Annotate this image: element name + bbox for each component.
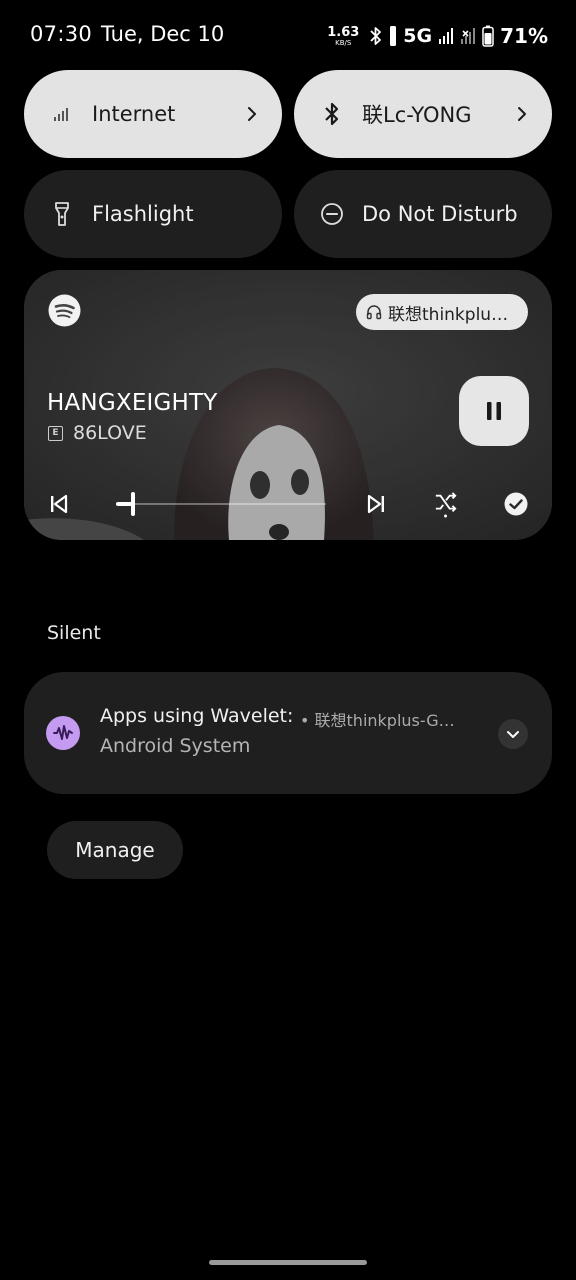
home-gesture-bar[interactable] xyxy=(209,1260,367,1265)
chevron-right-icon xyxy=(518,107,526,121)
previous-track-button[interactable] xyxy=(47,492,71,516)
status-icons: 1.63 KB/S 5G 71% xyxy=(327,22,548,50)
bluetooth-icon xyxy=(370,27,382,45)
next-track-button[interactable] xyxy=(364,492,388,516)
signal-icon xyxy=(439,28,454,44)
output-device-chip[interactable]: 联想thinkplu… xyxy=(356,294,528,330)
pause-button[interactable] xyxy=(459,376,529,446)
chevron-down-icon xyxy=(507,731,519,738)
notification-meta: • 联想thinkplus-G… xyxy=(300,711,455,730)
output-device-label: 联想thinkplu… xyxy=(388,304,509,325)
notification-card[interactable]: Apps using Wavelet: • 联想thinkplus-G… And… xyxy=(24,672,552,794)
checkmark-circle-icon xyxy=(504,492,528,516)
track-artist: 86LOVE xyxy=(73,422,147,444)
track-title: HANGXEIGHTY xyxy=(47,390,218,416)
flashlight-icon xyxy=(50,202,74,226)
seek-bar[interactable] xyxy=(116,492,326,516)
signal-bars-icon xyxy=(50,102,74,126)
status-bar: 07:30 Tue, Dec 10 1.63 KB/S 5G 71% xyxy=(0,0,576,70)
seek-track xyxy=(116,503,326,505)
network-speed-unit: KB/S xyxy=(335,38,352,47)
bluetooth-icon xyxy=(320,102,344,126)
pause-icon xyxy=(487,402,501,420)
network-type: 5G xyxy=(403,25,433,47)
battery-percent: 71% xyxy=(500,24,548,48)
network-speed: 1.63 KB/S xyxy=(327,26,359,47)
do-not-disturb-icon xyxy=(320,202,344,226)
explicit-badge: E xyxy=(48,425,63,441)
seek-thumb[interactable] xyxy=(130,492,135,516)
skip-next-icon xyxy=(367,494,384,514)
do-not-disturb-tile-label: Do Not Disturb xyxy=(362,202,518,226)
flashlight-tile-label: Flashlight xyxy=(92,202,194,226)
track-artist-row: E 86LOVE xyxy=(48,422,147,444)
media-player-card[interactable]: 联想thinkplu… HANGXEIGHTY E 86LOVE xyxy=(24,270,552,540)
flashlight-tile[interactable]: Flashlight xyxy=(24,170,282,258)
skip-previous-icon xyxy=(51,494,68,514)
shuffle-button[interactable] xyxy=(434,492,458,518)
internet-tile-label: Internet xyxy=(92,102,176,126)
notification-subtitle: Android System xyxy=(100,735,251,757)
shuffle-icon xyxy=(435,492,457,518)
notification-title: Apps using Wavelet: xyxy=(100,705,294,727)
bluetooth-tile[interactable]: 联Lc-YONG xyxy=(294,70,552,158)
network-speed-value: 1.63 xyxy=(327,24,360,40)
silent-section-label: Silent xyxy=(47,622,101,644)
do-not-disturb-tile[interactable]: Do Not Disturb xyxy=(294,170,552,258)
vibrate-icon xyxy=(390,26,397,46)
manage-button[interactable]: Manage xyxy=(47,821,183,879)
like-button[interactable] xyxy=(504,492,528,516)
bluetooth-tile-label: 联Lc-YONG xyxy=(362,103,472,127)
headphones-icon xyxy=(366,305,382,320)
date: Tue, Dec 10 xyxy=(101,22,225,46)
clock: 07:30 xyxy=(30,22,93,46)
spotify-icon xyxy=(48,294,81,327)
internet-tile[interactable]: Internet xyxy=(24,70,282,158)
chevron-right-icon xyxy=(248,107,256,121)
signal-no-data-icon xyxy=(461,28,476,44)
expand-notification-button[interactable] xyxy=(498,719,528,749)
wavelet-app-icon xyxy=(46,716,80,750)
battery-icon xyxy=(482,25,494,47)
